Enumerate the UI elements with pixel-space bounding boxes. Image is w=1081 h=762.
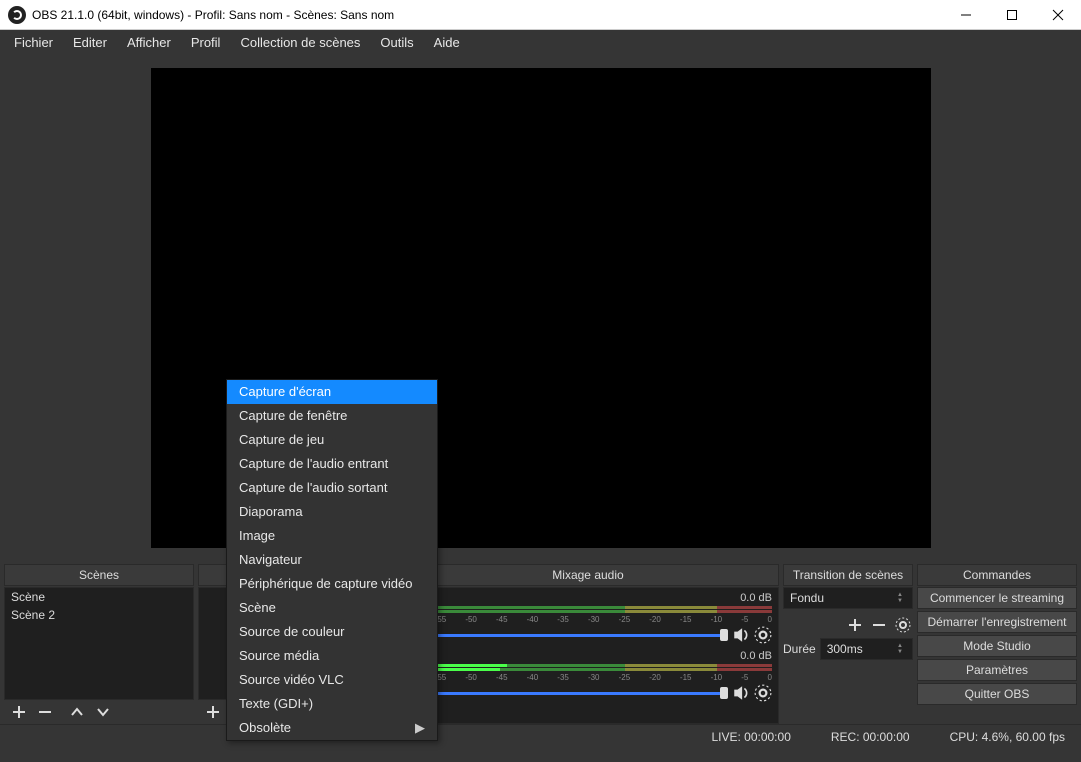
- preview-area: [0, 54, 1081, 564]
- add-scene-button[interactable]: [6, 701, 32, 723]
- context-menu-item[interactable]: Capture de l'audio entrant: [227, 452, 437, 476]
- context-menu-item[interactable]: Capture de l'audio sortant: [227, 476, 437, 500]
- updown-arrows-icon: ▲▼: [894, 639, 906, 659]
- volume-slider[interactable]: [404, 689, 728, 697]
- commands-panel: Commandes Commencer le streaming Démarre…: [917, 564, 1077, 724]
- mixer-panel: Mixage audio bureau 0.0 dB -60-55-50-45-…: [397, 564, 779, 724]
- menu-aide[interactable]: Aide: [424, 32, 470, 53]
- speaker-icon[interactable]: [732, 684, 750, 702]
- context-menu-item[interactable]: Source média: [227, 644, 437, 668]
- transition-settings-button[interactable]: [893, 614, 913, 636]
- menu-profil[interactable]: Profil: [181, 32, 231, 53]
- duration-value: 300ms: [827, 642, 863, 656]
- context-menu-item[interactable]: Navigateur: [227, 548, 437, 572]
- context-menu-item[interactable]: Capture de jeu: [227, 428, 437, 452]
- context-menu-item[interactable]: Capture de fenêtre: [227, 404, 437, 428]
- duration-label: Durée: [783, 642, 816, 656]
- mixer-header: Mixage audio: [397, 564, 779, 586]
- audio-meter: [404, 606, 772, 614]
- status-rec: REC: 00:00:00: [831, 730, 910, 744]
- menu-collection[interactable]: Collection de scènes: [230, 32, 370, 53]
- remove-transition-button[interactable]: [869, 614, 889, 636]
- updown-arrows-icon: ▲▼: [894, 588, 906, 608]
- context-menu-item[interactable]: Image: [227, 524, 437, 548]
- quit-button[interactable]: Quitter OBS: [917, 683, 1077, 705]
- start-streaming-button[interactable]: Commencer le streaming: [917, 587, 1077, 609]
- mixer-channel: bureau 0.0 dB -60-55-50-45-40-35-30-25-2…: [404, 592, 772, 644]
- scenes-panel: Scènes Scène Scène 2: [4, 564, 194, 724]
- add-transition-button[interactable]: [845, 614, 865, 636]
- context-menu-item[interactable]: Scène: [227, 596, 437, 620]
- studio-mode-button[interactable]: Mode Studio: [917, 635, 1077, 657]
- status-cpu: CPU: 4.6%, 60.00 fps: [950, 730, 1065, 744]
- scene-up-button[interactable]: [64, 701, 90, 723]
- mixer-channel-level: 0.0 dB: [740, 650, 772, 662]
- menubar: Fichier Editer Afficher Profil Collectio…: [0, 30, 1081, 54]
- submenu-arrow-icon: ▶: [415, 719, 425, 737]
- context-menu-item[interactable]: Source de couleur: [227, 620, 437, 644]
- meter-ticks: -60-55-50-45-40-35-30-25-20-15-10-50: [404, 673, 772, 682]
- scenes-list[interactable]: Scène Scène 2: [4, 587, 194, 700]
- window-title: OBS 21.1.0 (64bit, windows) - Profil: Sa…: [32, 8, 943, 22]
- context-menu-item[interactable]: Texte (GDI+): [227, 692, 437, 716]
- gear-icon[interactable]: [754, 684, 772, 702]
- scenes-header: Scènes: [4, 564, 194, 586]
- mixer-channel: 0.0 dB -60-55-50-45-40-35-30-25-20-15-10…: [404, 650, 772, 702]
- remove-scene-button[interactable]: [32, 701, 58, 723]
- minimize-button[interactable]: [943, 0, 989, 30]
- transitions-panel: Transition de scènes Fondu ▲▼ Durée 300m…: [783, 564, 913, 724]
- status-live: LIVE: 00:00:00: [711, 730, 790, 744]
- menu-outils[interactable]: Outils: [370, 32, 423, 53]
- speaker-icon[interactable]: [732, 626, 750, 644]
- context-menu-item[interactable]: Diaporama: [227, 500, 437, 524]
- volume-slider[interactable]: [404, 631, 728, 639]
- scene-down-button[interactable]: [90, 701, 116, 723]
- commands-header: Commandes: [917, 564, 1077, 586]
- context-menu-item[interactable]: Périphérique de capture vidéo: [227, 572, 437, 596]
- settings-button[interactable]: Paramètres: [917, 659, 1077, 681]
- add-source-button[interactable]: [200, 701, 226, 723]
- context-menu-item[interactable]: Source vidéo VLC: [227, 668, 437, 692]
- duration-spinbox[interactable]: 300ms ▲▼: [820, 638, 913, 660]
- transition-select[interactable]: Fondu ▲▼: [783, 587, 913, 609]
- menu-editer[interactable]: Editer: [63, 32, 117, 53]
- scene-row[interactable]: Scène 2: [5, 606, 193, 624]
- transition-selected-label: Fondu: [790, 591, 824, 605]
- close-button[interactable]: [1035, 0, 1081, 30]
- scene-row[interactable]: Scène: [5, 588, 193, 606]
- statusbar: LIVE: 00:00:00 REC: 00:00:00 CPU: 4.6%, …: [0, 724, 1081, 748]
- context-menu-item[interactable]: Obsolète▶: [227, 716, 437, 740]
- menu-fichier[interactable]: Fichier: [4, 32, 63, 53]
- gear-icon[interactable]: [754, 626, 772, 644]
- obs-logo-icon: [8, 6, 26, 24]
- start-recording-button[interactable]: Démarrer l'enregistrement: [917, 611, 1077, 633]
- add-source-context-menu: Capture d'écranCapture de fenêtreCapture…: [226, 379, 438, 741]
- window-titlebar: OBS 21.1.0 (64bit, windows) - Profil: Sa…: [0, 0, 1081, 30]
- mixer-channel-level: 0.0 dB: [740, 592, 772, 604]
- maximize-button[interactable]: [989, 0, 1035, 30]
- transitions-header: Transition de scènes: [783, 564, 913, 586]
- meter-ticks: -60-55-50-45-40-35-30-25-20-15-10-50: [404, 615, 772, 624]
- context-menu-item[interactable]: Capture d'écran: [227, 380, 437, 404]
- audio-meter: [404, 664, 772, 672]
- menu-afficher[interactable]: Afficher: [117, 32, 181, 53]
